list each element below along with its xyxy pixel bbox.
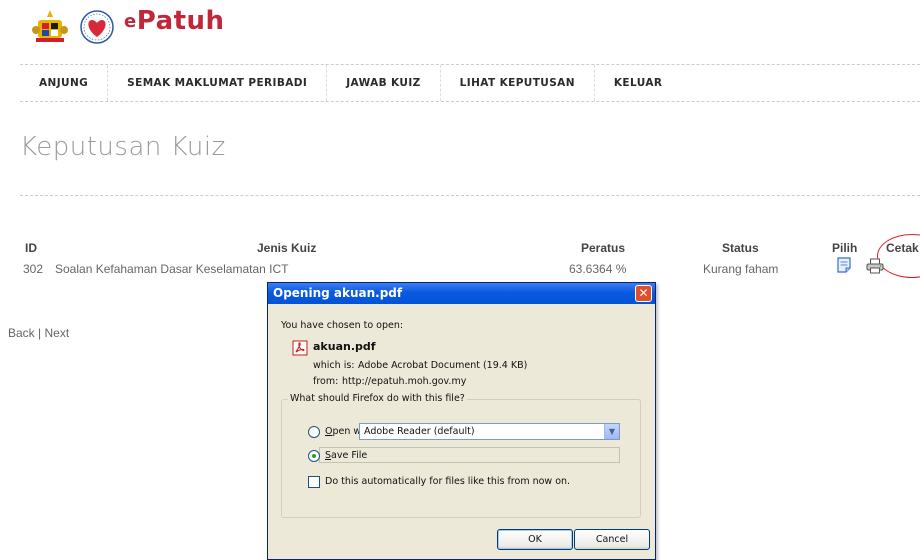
dialog-filename: akuan.pdf: [313, 340, 376, 353]
save-file-radio[interactable]: [308, 450, 320, 462]
col-header-id: ID: [25, 241, 37, 255]
close-icon[interactable]: ✕: [635, 285, 652, 302]
pager-next[interactable]: Next: [44, 326, 69, 340]
cell-peratus: 63.6364 %: [569, 262, 627, 276]
cell-status: Kurang faham: [703, 262, 779, 276]
dialog-from-label: from:: [313, 376, 339, 387]
nav-lihat-keputusan[interactable]: LIHAT KEPUTUSAN: [441, 65, 595, 101]
dialog-intro: You have chosen to open:: [281, 320, 404, 331]
dialog-from-value: http://epatuh.moh.gov.my: [342, 376, 467, 387]
main-nav: ANJUNG SEMAK MAKLUMAT PERIBADI JAWAB KUI…: [20, 65, 681, 101]
open-with-app-value: Adobe Reader (default): [364, 426, 475, 437]
auto-checkbox[interactable]: [308, 476, 320, 488]
nav-anjung[interactable]: ANJUNG: [20, 65, 109, 101]
nav-keluar[interactable]: KELUAR: [595, 65, 681, 101]
save-file-label[interactable]: Save File: [325, 450, 367, 461]
nav-semak-maklumat-peribadi[interactable]: SEMAK MAKLUMAT PERIBADI: [108, 65, 328, 101]
col-header-status: Status: [722, 241, 759, 255]
pdf-icon: [292, 340, 308, 356]
page-title: Keputusan Kuiz: [20, 132, 226, 162]
dialog-which-is-label: which is:: [313, 360, 355, 371]
document-icon[interactable]: [837, 257, 851, 273]
save-file-label-text: ave File: [331, 450, 368, 461]
auto-label[interactable]: Do this automatically for files like thi…: [325, 476, 570, 487]
pager: Back | Next: [8, 326, 69, 340]
brand-logo[interactable]: ePatuh: [124, 6, 225, 36]
ok-button[interactable]: OK: [497, 529, 573, 550]
nav-divider-bottom: [20, 101, 920, 102]
printer-icon[interactable]: [866, 258, 884, 274]
col-header-jenis-kuiz: Jenis Kuiz: [257, 241, 317, 255]
cell-id: 302: [23, 262, 44, 276]
open-file-dialog: Opening akuan.pdf ✕ You have chosen to o…: [267, 282, 656, 560]
brand-prefix: e: [124, 11, 137, 32]
col-header-peratus: Peratus: [581, 241, 626, 255]
malaysia-crest-icon: [32, 10, 68, 42]
open-with-app-select[interactable]: Adobe Reader (default) ▼: [359, 423, 620, 440]
pager-back[interactable]: Back: [8, 326, 35, 340]
cancel-button[interactable]: Cancel: [574, 529, 650, 550]
nav-jawab-kuiz[interactable]: JAWAB KUIZ: [327, 65, 441, 101]
title-divider: [20, 195, 920, 196]
col-header-pilih: Pilih: [832, 241, 858, 255]
brand-name: Patuh: [136, 6, 225, 36]
cell-jenis-kuiz: Soalan Kefahaman Dasar Keselamatan ICT: [55, 262, 289, 276]
open-with-radio[interactable]: [308, 426, 320, 438]
action-group-legend: What should Firefox do with this file?: [288, 393, 467, 404]
dialog-which-is-value: Adobe Acrobat Document (19.4 KB): [358, 360, 528, 371]
pager-separator: |: [34, 326, 45, 340]
dropdown-arrow-icon[interactable]: ▼: [604, 424, 619, 439]
heart-logo-icon: [80, 10, 114, 44]
dialog-titlebar[interactable]: Opening akuan.pdf: [268, 283, 655, 304]
